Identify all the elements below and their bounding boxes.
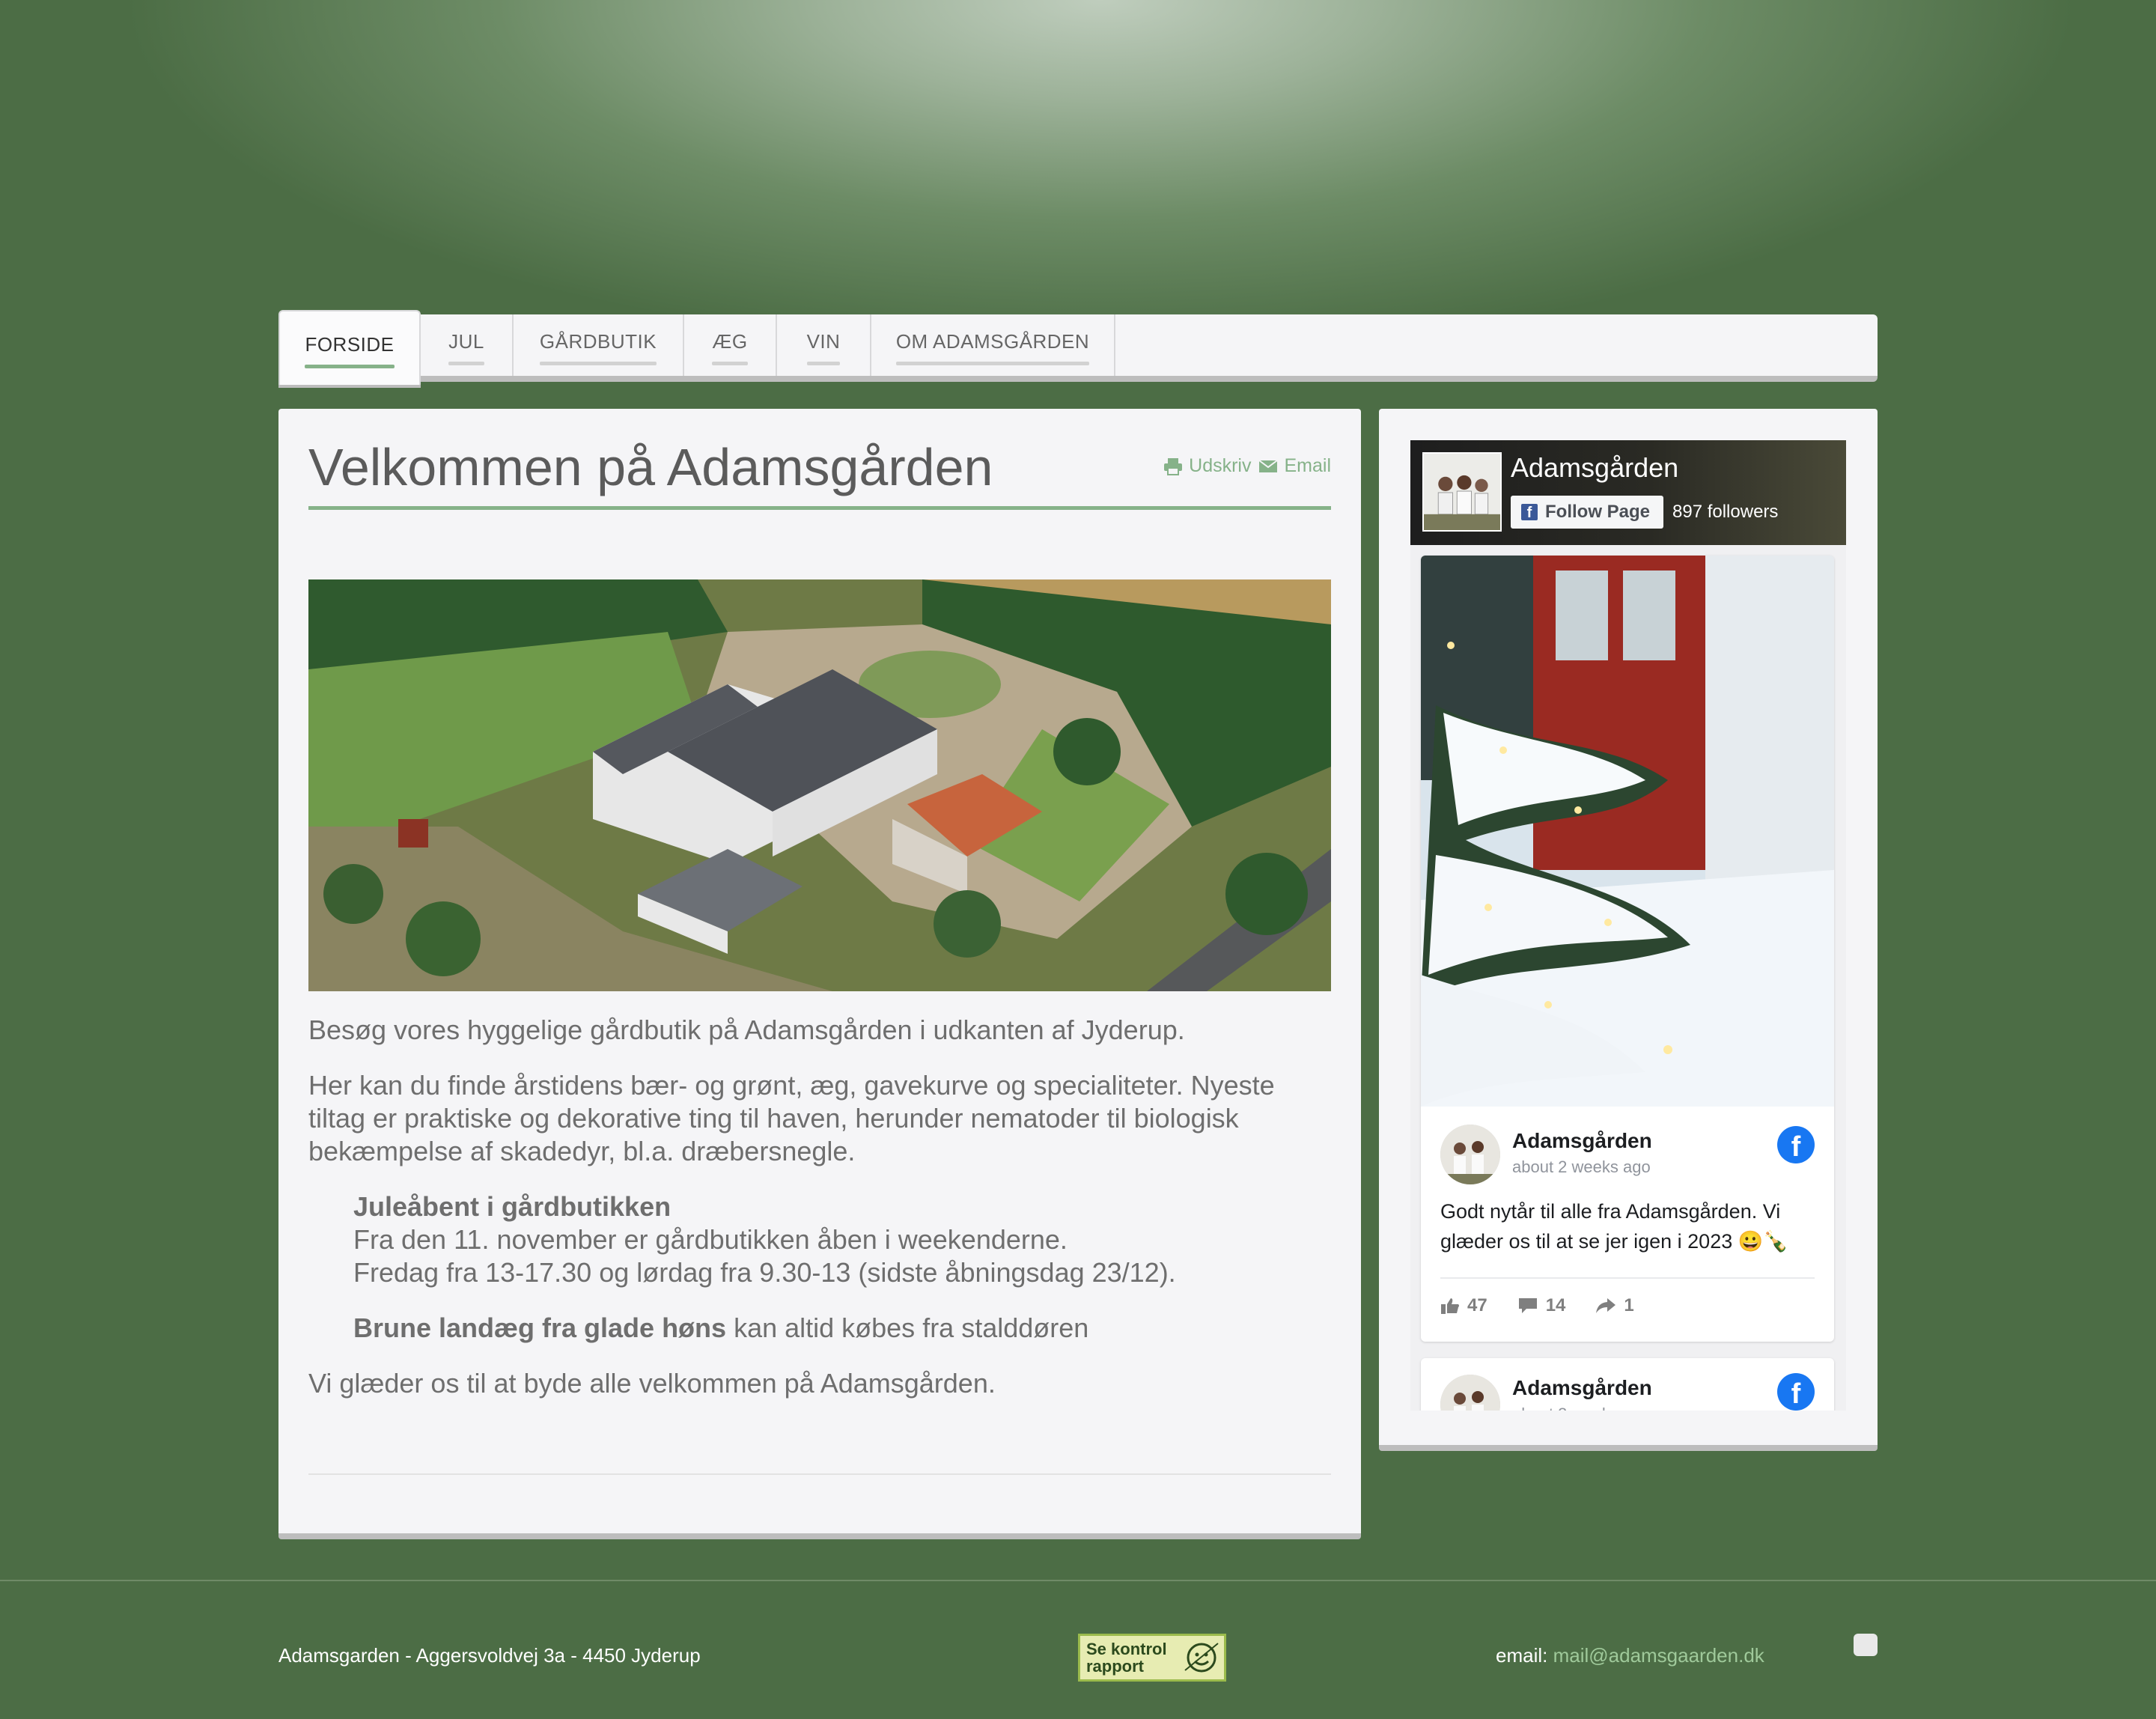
- eggs-bold: Brune landæg fra glade høns: [353, 1312, 727, 1343]
- tab-label: FORSIDE: [305, 333, 395, 368]
- christmas-line-1: Fra den 11. november er gårdbutikken åbe…: [353, 1224, 1068, 1255]
- follow-label: Follow Page: [1545, 502, 1651, 522]
- email-label: Email: [1284, 455, 1331, 476]
- main-navigation: FORSIDE JUL GÅRDBUTIK ÆG VIN OM ADAMSGÅR…: [278, 310, 1878, 385]
- christmas-heading: Juleåbent i gårdbutikken: [353, 1191, 672, 1222]
- main-content-panel: Velkommen på Adamsgården Udskriv Email B…: [278, 409, 1361, 1539]
- shares-stat[interactable]: 1: [1595, 1295, 1634, 1316]
- envelope-icon: [1258, 459, 1279, 472]
- likes-count: 47: [1467, 1295, 1487, 1315]
- facebook-page-name[interactable]: Adamsgården: [1511, 452, 1678, 484]
- email-link[interactable]: mail@adamsgaarden.dk: [1553, 1644, 1764, 1667]
- tab-aeg[interactable]: ÆG: [684, 314, 777, 376]
- share-icon: [1596, 1298, 1616, 1313]
- tab-label: ÆG: [712, 330, 748, 365]
- tab-forside[interactable]: FORSIDE: [278, 310, 421, 385]
- facebook-logo-icon[interactable]: f: [1777, 1373, 1815, 1411]
- title-underline: [308, 506, 1331, 510]
- comments-stat[interactable]: 14: [1517, 1295, 1566, 1316]
- tab-gardbutik[interactable]: GÅRDBUTIK: [514, 314, 684, 376]
- intro-text: Besøg vores hyggelige gårdbutik på Adams…: [308, 1014, 1331, 1423]
- christmas-opening: Juleåbent i gårdbutikken Fra den 11. nov…: [308, 1190, 1331, 1289]
- page-tools: Udskriv Email: [1163, 455, 1331, 477]
- print-label: Udskriv: [1189, 455, 1252, 476]
- kontrol-rapport-badge[interactable]: Se kontrol rapport: [1078, 1634, 1226, 1682]
- footer-address: Adamsgarden - Aggersvoldvej 3a - 4450 Jy…: [278, 1644, 701, 1667]
- tab-label: OM ADAMSGÅRDEN: [895, 330, 1090, 365]
- post-author-name[interactable]: Adamsgården: [1512, 1129, 1652, 1153]
- tab-label: VIN: [806, 330, 841, 365]
- tab-label: GÅRDBUTIK: [539, 330, 657, 365]
- post-timestamp[interactable]: about 2 weeks ago: [1512, 1157, 1651, 1177]
- facebook-post[interactable]: Adamsgården about 3 weeks ago f: [1421, 1358, 1834, 1411]
- farm-aerial-photo: [308, 579, 1331, 991]
- shares-count: 1: [1624, 1295, 1634, 1315]
- comments-count: 14: [1545, 1295, 1566, 1315]
- eggs-notice: Brune landæg fra glade høns kan altid kø…: [308, 1312, 1331, 1345]
- christmas-line-2: Fredag fra 13-17.30 og lørdag fra 9.30-1…: [353, 1257, 1176, 1288]
- followers-count: 897 followers: [1672, 502, 1779, 522]
- eggs-text: kan altid købes fra stalddøren: [726, 1312, 1089, 1343]
- likes-stat[interactable]: 47: [1440, 1295, 1487, 1316]
- kontrol-label: Se kontrol rapport: [1086, 1640, 1167, 1676]
- page-title: Velkommen på Adamsgården: [308, 438, 993, 496]
- post-timestamp[interactable]: about 3 weeks ago: [1512, 1405, 1651, 1411]
- tab-om-adamsgarden[interactable]: OM ADAMSGÅRDEN: [871, 314, 1115, 376]
- facebook-logo-icon[interactable]: f: [1777, 1126, 1815, 1163]
- closing-paragraph: Vi glæder os til at byde alle velkommen …: [308, 1368, 996, 1399]
- post-author-avatar[interactable]: [1440, 1375, 1500, 1411]
- content-divider: [308, 1473, 1331, 1475]
- page-avatar[interactable]: [1422, 452, 1502, 532]
- print-link[interactable]: Udskriv: [1163, 455, 1251, 477]
- post-divider: [1440, 1277, 1815, 1279]
- follow-page-button[interactable]: f Follow Page: [1511, 496, 1663, 529]
- post-photo-snowy-tree[interactable]: [1421, 556, 1834, 1107]
- facebook-post[interactable]: Adamsgården about 2 weeks ago f Godt nyt…: [1421, 556, 1834, 1342]
- post-stats: 47 14 1: [1440, 1295, 1634, 1316]
- sidebar-panel: Adamsgården f Follow Page 897 followers: [1379, 409, 1878, 1451]
- tab-label: JUL: [448, 330, 484, 365]
- tab-jul[interactable]: JUL: [421, 314, 514, 376]
- footer-email: email: mail@adamsgaarden.dk: [1496, 1644, 1764, 1667]
- thumbs-up-icon: [1441, 1298, 1459, 1314]
- post-author-avatar[interactable]: [1440, 1125, 1500, 1184]
- facebook-widget[interactable]: Adamsgården f Follow Page 897 followers: [1410, 440, 1846, 1411]
- post-text: Godt nytår til alle fra Adamsgården. Vi …: [1440, 1200, 1788, 1253]
- intro-paragraph: Besøg vores hyggelige gårdbutik på Adams…: [308, 1014, 1185, 1045]
- facebook-page-header: Adamsgården f Follow Page 897 followers: [1410, 440, 1846, 545]
- footer-widget-icon[interactable]: [1854, 1634, 1878, 1656]
- comment-icon: [1518, 1298, 1537, 1313]
- smiley-icon: [1184, 1643, 1219, 1673]
- facebook-icon: f: [1521, 504, 1538, 521]
- footer-divider: [0, 1580, 2156, 1581]
- tab-vin[interactable]: VIN: [777, 314, 871, 376]
- email-link[interactable]: Email: [1258, 455, 1331, 477]
- products-paragraph: Her kan du finde årstidens bær- og grønt…: [308, 1070, 1275, 1166]
- post-author-name[interactable]: Adamsgården: [1512, 1376, 1652, 1400]
- printer-icon: [1164, 457, 1183, 475]
- email-prefix: email:: [1496, 1644, 1553, 1667]
